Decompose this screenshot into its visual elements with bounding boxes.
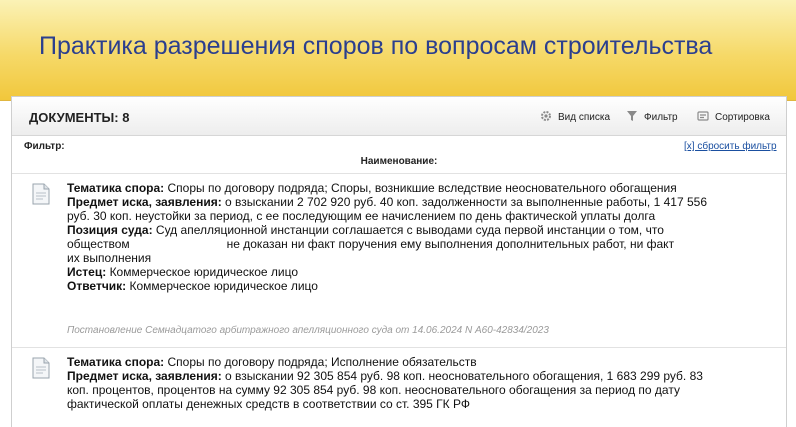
topic-value: Споры по договору подряда; Исполнение об…	[164, 355, 477, 369]
claim-label: Предмет иска, заявления:	[67, 369, 222, 383]
divider	[12, 347, 786, 348]
reset-filter-link[interactable]: [x] сбросить фильтр	[684, 141, 777, 152]
claim-line: Предмет иска, заявления: о взыскании 2 7…	[67, 195, 727, 223]
position-label: Позиция суда:	[67, 223, 153, 237]
plaintiff-value: Коммерческое юридическое лицо	[106, 265, 298, 279]
position-value-2a: обществом	[67, 237, 130, 251]
funnel-icon	[627, 111, 637, 121]
filter-button[interactable]: Фильтр	[626, 110, 678, 123]
sort-label: Сортировка	[715, 112, 770, 123]
sort-icon	[697, 111, 709, 121]
defendant-label: Ответчик:	[67, 279, 127, 293]
document-summary: Тематика спора: Споры по договору подряд…	[67, 181, 727, 293]
document-citation[interactable]: Постановление Семнадцатого арбитражного …	[67, 325, 549, 336]
gear-icon	[541, 111, 551, 121]
column-header-name: Наименование:	[360, 156, 438, 167]
topic-value: Споры по договору подряда; Споры, возник…	[164, 181, 677, 195]
document-icon	[32, 357, 50, 379]
claim-line: Предмет иска, заявления: о взыскании 92 …	[67, 369, 727, 411]
position-value-3: их выполнения	[67, 251, 152, 265]
page-title: Практика разрешения споров по вопросам с…	[39, 32, 713, 60]
position-value-2b: не доказан ни факт поручения ему выполне…	[226, 237, 675, 251]
document-summary: Тематика спора: Споры по договору подряд…	[67, 355, 727, 411]
position-value: Суд апелляционной инстанции соглашается …	[152, 223, 664, 237]
divider	[12, 173, 786, 174]
position-line-2: обществом не доказан ни факт поручения ем…	[67, 237, 727, 251]
topic-label: Тематика спора:	[67, 181, 165, 195]
filter-caption: Фильтр:	[24, 141, 65, 152]
filter-label-button: Фильтр	[644, 112, 678, 123]
claim-label: Предмет иска, заявления:	[67, 195, 222, 209]
view-list-button[interactable]: Вид списка	[540, 110, 610, 123]
page-banner: Практика разрешения споров по вопросам с…	[0, 0, 796, 101]
documents-count: ДОКУМЕНТЫ: 8	[29, 110, 130, 125]
position-line: Позиция суда: Суд апелляционной инстанци…	[67, 223, 727, 237]
documents-toolbar: ДОКУМЕНТЫ: 8 Вид списка Фильтр Сортировк…	[12, 97, 786, 136]
documents-panel: ДОКУМЕНТЫ: 8 Вид списка Фильтр Сортировк…	[11, 96, 787, 427]
defendant-value: Коммерческое юридическое лицо	[126, 279, 318, 293]
plaintiff-label: Истец:	[67, 265, 107, 279]
topic-line: Тематика спора: Споры по договору подряд…	[67, 355, 727, 369]
view-list-label: Вид списка	[558, 112, 611, 123]
position-line-3: их выполнения	[67, 251, 727, 265]
document-icon	[32, 183, 50, 205]
topic-line: Тематика спора: Споры по договору подряд…	[67, 181, 727, 195]
topic-label: Тематика спора:	[67, 355, 165, 369]
sort-button[interactable]: Сортировка	[697, 110, 770, 123]
defendant-line: Ответчик: Коммерческое юридическое лицо	[67, 279, 727, 293]
plaintiff-line: Истец: Коммерческое юридическое лицо	[67, 265, 727, 279]
